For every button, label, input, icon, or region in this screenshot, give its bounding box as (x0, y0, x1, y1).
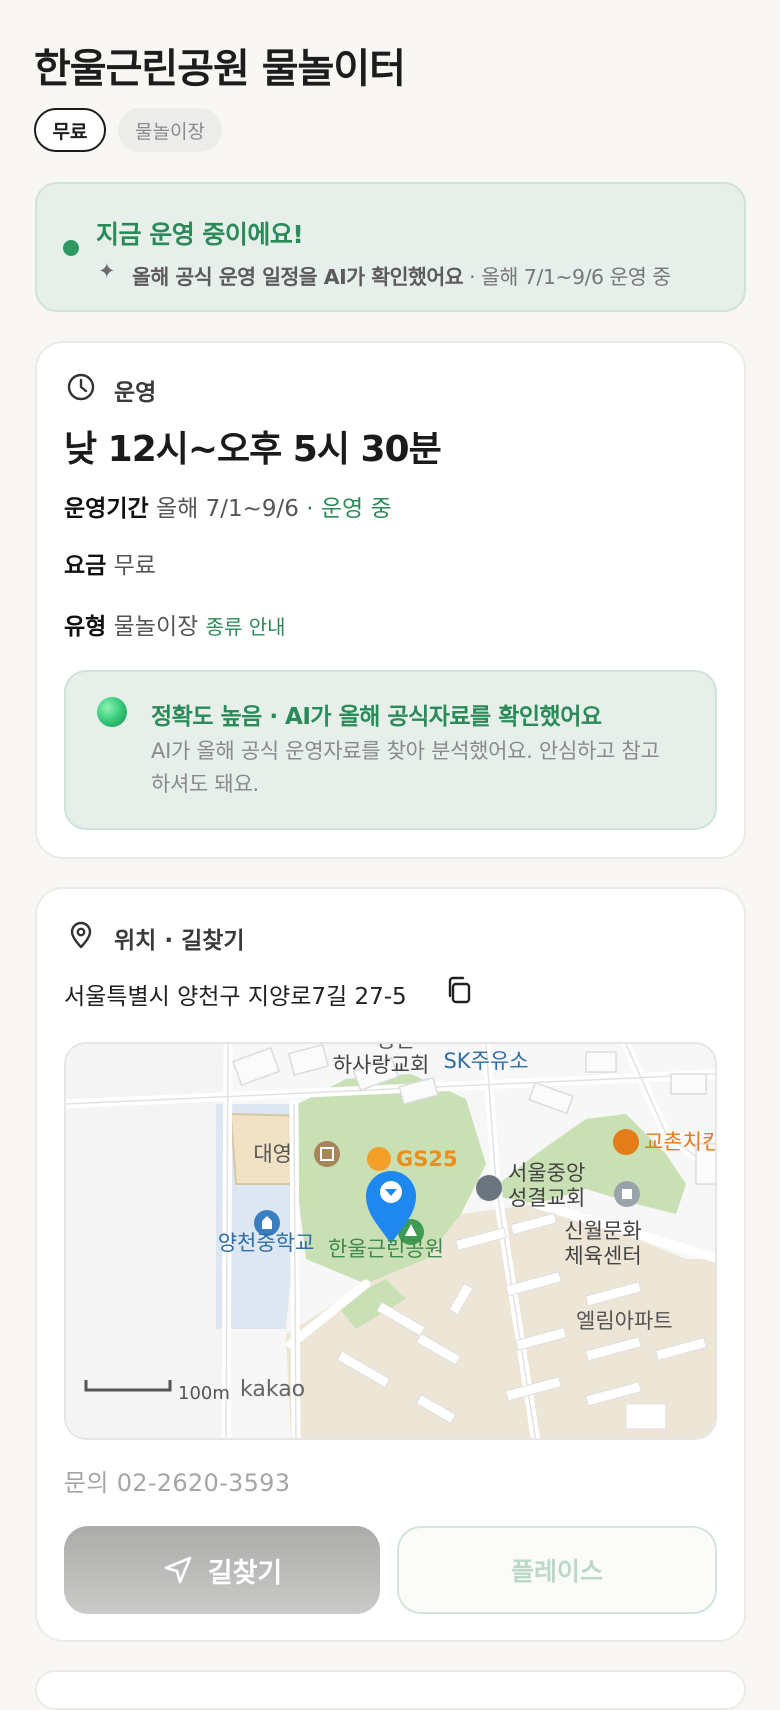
status-subtitle: 올해 공식 운영 일정을 AI가 확인했어요 · 올해 7/1~9/6 운영 중 (132, 260, 671, 290)
map-label-gs25: GS25 (396, 1147, 458, 1171)
page-title: 한울근린공원 물놀이터 (34, 46, 406, 92)
next-card-peek (35, 1670, 746, 1710)
map-view[interactable]: 봉은 하사랑교회 SK주유소 대영 GS25 서울중앙 성결교회 교촌치킨 양천… (64, 1042, 717, 1440)
map-label-church2-a: 서울중앙 (508, 1161, 585, 1185)
fee-label: 요금 (64, 553, 107, 579)
type-value: 물놀이장 (113, 614, 199, 640)
period-row: 운영기간 올해 7/1~9/6 · 운영 중 (64, 489, 392, 523)
status-dot-icon (63, 240, 79, 256)
type-label: 유형 (64, 614, 107, 640)
location-pin-icon (70, 921, 92, 949)
place-button[interactable]: 플레이스 (397, 1526, 717, 1614)
type-guide-link[interactable]: 종류 안내 (206, 615, 286, 639)
address-text: 서울특별시 양천구 지양로7길 27-5 (64, 984, 407, 1010)
status-title: 지금 운영 중이에요! (96, 220, 304, 249)
map-label-church1: 하사랑교회 (333, 1053, 430, 1077)
status-subtitle-bold: 올해 공식 운영 일정을 AI가 확인했어요 (132, 265, 464, 289)
map-label-apt: 엘림아파트 (576, 1309, 673, 1333)
map-label-park: 한울근린공원 (328, 1237, 444, 1261)
type-row: 유형 물놀이장 종류 안내 (64, 607, 286, 641)
operating-hours: 낮 12시~오후 5시 30분 (64, 429, 442, 470)
ai-accuracy-title: 정확도 높음 · AI가 올해 공식자료를 확인했어요 (151, 704, 602, 730)
map-label-daeyoung: 대영 (253, 1142, 292, 1166)
map-label-school: 양천중학교 (218, 1231, 315, 1255)
map-brand-logo: kakao (240, 1377, 305, 1402)
location-section-title: 위치 · 길찾기 (114, 928, 245, 954)
map-label-gas: SK주유소 (443, 1049, 528, 1073)
period-label: 운영기간 (64, 496, 149, 522)
map-label-church1-top: 봉은 (377, 1044, 416, 1052)
map-label-church2-b: 성결교회 (508, 1186, 585, 1210)
map-label-culture-a: 신월문화 (564, 1219, 641, 1243)
fee-row: 요금 무료 (64, 546, 156, 580)
clock-icon (67, 373, 95, 401)
contact-phone[interactable]: 문의 02-2620-3593 (64, 1463, 290, 1498)
period-value: 올해 7/1~9/6 (155, 496, 299, 522)
route-button-label: 길찾기 (207, 1557, 283, 1589)
map-label-kyochon: 교촌치킨 (644, 1130, 717, 1154)
ai-orb-icon (97, 697, 127, 727)
operation-section-title: 운영 (114, 380, 157, 406)
route-button[interactable]: 길찾기 (64, 1526, 380, 1614)
status-subtitle-rest: · 올해 7/1~9/6 운영 중 (463, 265, 671, 289)
copy-icon[interactable] (444, 975, 474, 1005)
map-label-culture-b: 체육센터 (564, 1244, 641, 1268)
map-canvas[interactable]: 봉은 하사랑교회 SK주유소 대영 GS25 서울중앙 성결교회 교촌치킨 양천… (66, 1044, 717, 1440)
map-scale-label: 100m (178, 1383, 230, 1404)
period-status: · 운영 중 (306, 496, 392, 522)
ai-accuracy-body: AI가 올해 공식 운영자료를 찾아 분석했어요. 안심하고 참고하셔도 돼요. (151, 739, 660, 796)
navigation-arrow-icon (164, 1556, 192, 1584)
type-chip: 물놀이장 (118, 108, 222, 152)
sparkle-icon: ✦ (98, 259, 116, 283)
fee-chip: 무료 (34, 108, 106, 152)
fee-value: 무료 (113, 553, 156, 579)
